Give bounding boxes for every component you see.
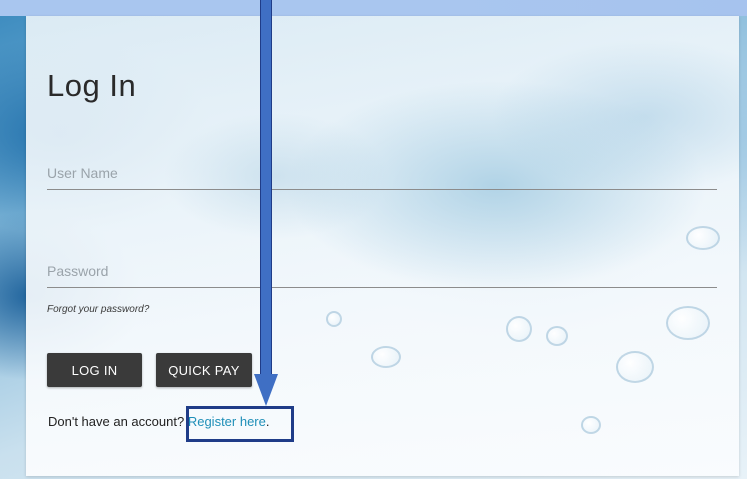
top-strip xyxy=(0,0,747,16)
password-input[interactable] xyxy=(47,261,717,288)
annotation-arrow-shaft xyxy=(260,0,272,375)
login-button[interactable]: LOG IN xyxy=(47,353,142,387)
water-bubble xyxy=(546,326,568,346)
register-prompt: Don't have an account? xyxy=(48,414,185,429)
annotation-highlight-box xyxy=(186,406,294,442)
water-bubble xyxy=(616,351,654,383)
annotation-arrow-head xyxy=(254,374,278,406)
water-bubble xyxy=(326,311,342,327)
forgot-password-link[interactable]: Forgot your password? xyxy=(47,304,149,315)
password-field-wrapper xyxy=(47,261,717,288)
water-bubble xyxy=(371,346,401,368)
water-bubble xyxy=(506,316,532,342)
quick-pay-button[interactable]: QUICK PAY xyxy=(156,353,252,387)
login-card: Log In Forgot your password? LOG IN QUIC… xyxy=(26,16,739,476)
water-bubble xyxy=(686,226,720,250)
username-input[interactable] xyxy=(47,163,717,190)
water-bubble xyxy=(666,306,710,340)
page-title: Log In xyxy=(47,68,137,103)
username-field-wrapper xyxy=(47,163,717,190)
water-bubble xyxy=(581,416,601,434)
